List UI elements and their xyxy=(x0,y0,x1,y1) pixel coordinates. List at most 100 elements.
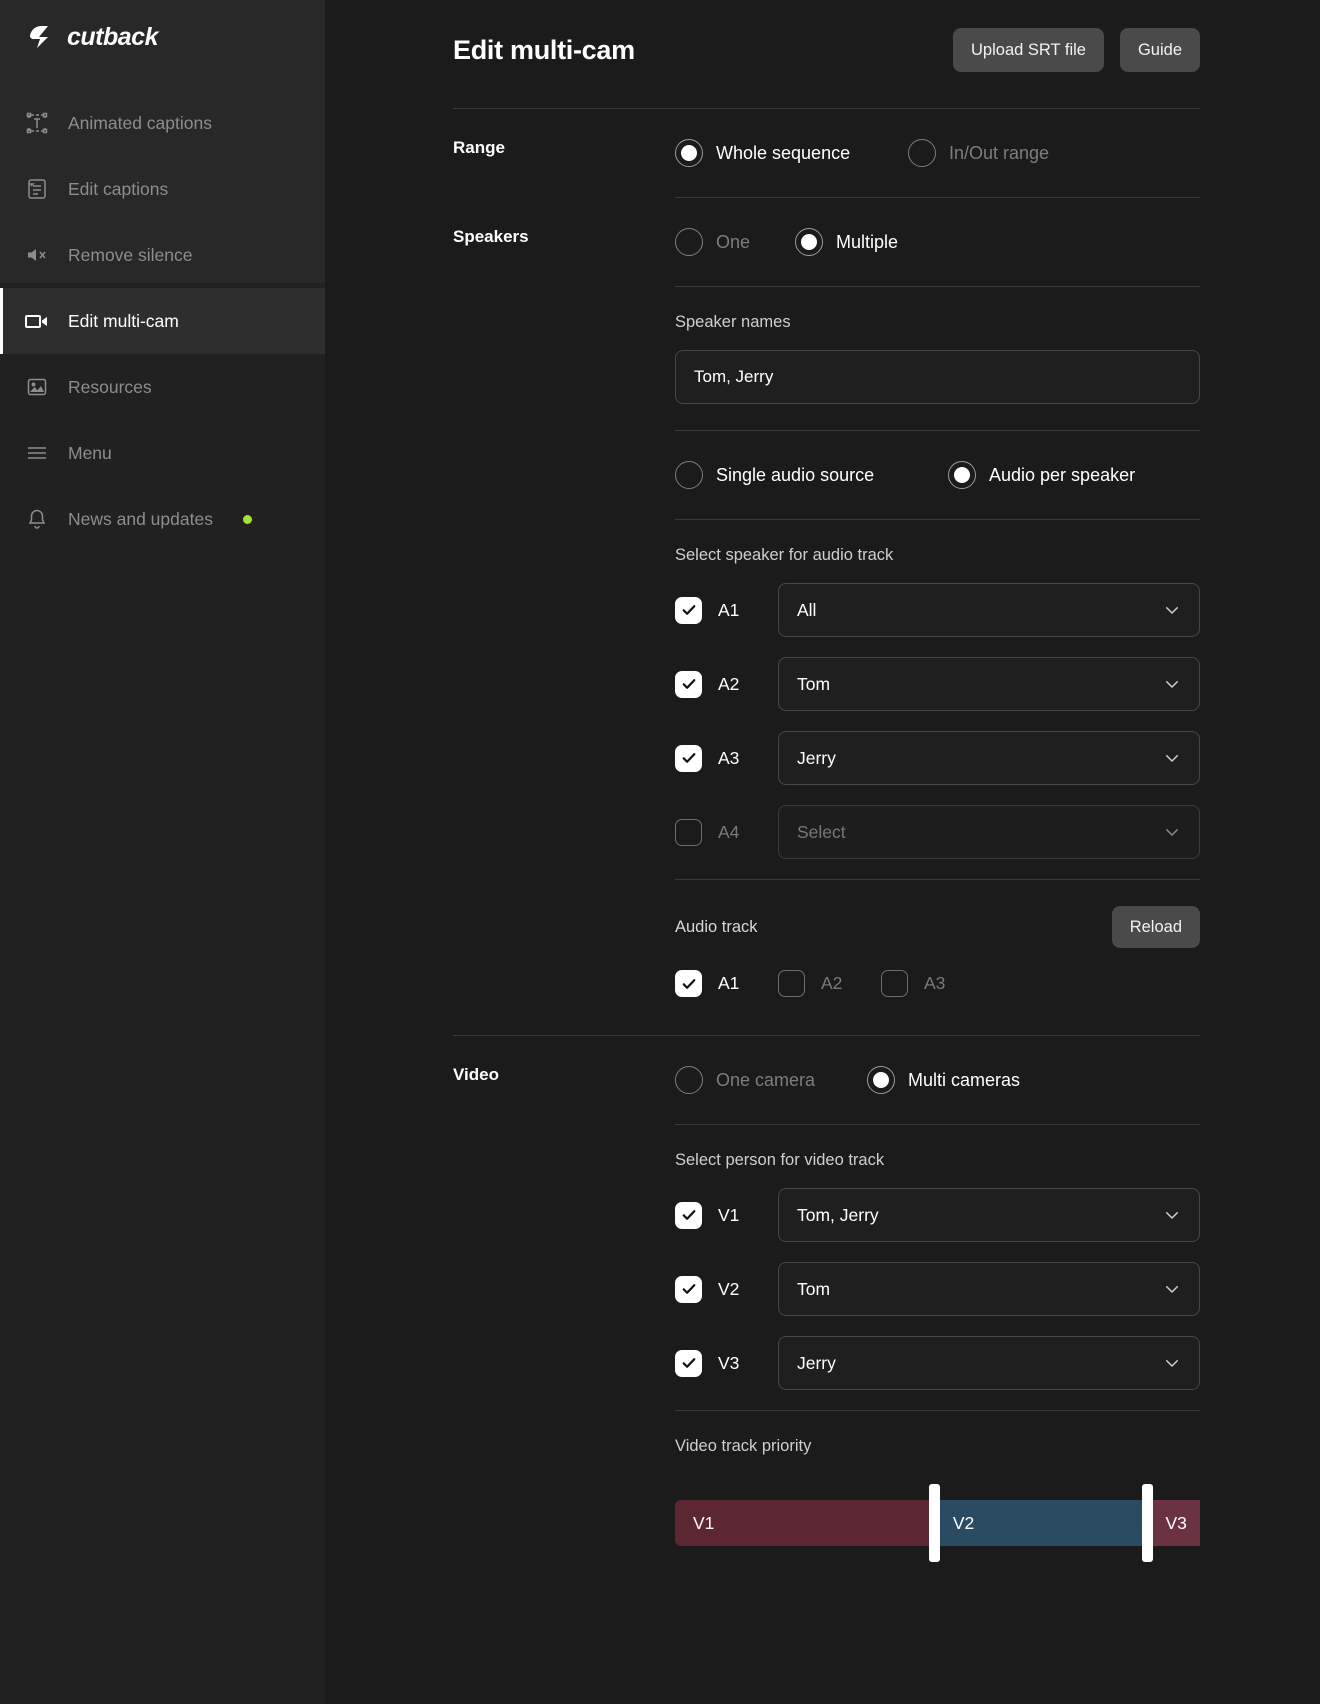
checkbox-icon[interactable] xyxy=(675,970,702,997)
chevron-down-icon xyxy=(1163,1354,1181,1372)
reload-button[interactable]: Reload xyxy=(1111,906,1200,948)
video-priority-bar[interactable]: V1 V2 V3 xyxy=(675,1484,1200,1562)
radio-icon[interactable] xyxy=(948,461,976,489)
sidebar-item-label: Animated captions xyxy=(68,112,212,133)
sidebar-item-remove-silence[interactable]: Remove silence xyxy=(0,222,325,288)
priority-segment-v3[interactable]: V3 xyxy=(1147,1500,1200,1546)
sidebar-item-animated-captions[interactable]: Animated captions xyxy=(0,90,325,156)
sidebar-item-label: Edit captions xyxy=(68,178,169,199)
audio-source-option-label: Audio per speaker xyxy=(989,464,1136,485)
priority-segment-label: V1 xyxy=(693,1512,715,1533)
audio-track-header: Audio track Reload xyxy=(675,880,1200,948)
checkbox-icon[interactable] xyxy=(675,1349,702,1377)
audio-source-option-single[interactable]: Single audio source xyxy=(675,461,948,489)
audio-speaker-checkbox-a3[interactable]: A3 xyxy=(675,744,778,772)
video-option-one-camera[interactable]: One camera xyxy=(675,1066,867,1094)
sidebar-item-edit-captions[interactable]: Edit captions xyxy=(0,156,325,222)
chevron-down-icon xyxy=(1163,675,1181,693)
range-option-in-out-range[interactable]: In/Out range xyxy=(908,139,1049,167)
checkbox-icon[interactable] xyxy=(675,670,702,698)
main-content: Edit multi-cam Upload SRT file Guide Ran… xyxy=(325,0,1320,1704)
checkbox-icon[interactable] xyxy=(675,818,702,846)
range-option-whole-sequence[interactable]: Whole sequence xyxy=(675,139,908,167)
lightning-bolt-icon xyxy=(28,24,58,50)
video-camera-icon xyxy=(24,308,50,334)
video-track-select-v1[interactable]: Tom, Jerry xyxy=(778,1188,1200,1242)
audio-speaker-id: A3 xyxy=(718,747,740,768)
audio-speaker-checkbox-a4[interactable]: A4 xyxy=(675,818,778,846)
video-track-id: V1 xyxy=(718,1204,740,1225)
video-option-multi-cameras[interactable]: Multi cameras xyxy=(867,1066,1020,1094)
radio-icon[interactable] xyxy=(675,228,703,256)
radio-icon[interactable] xyxy=(795,228,823,256)
brand-logo[interactable]: cutback xyxy=(0,0,325,58)
priority-segment-v1[interactable]: V1 xyxy=(675,1500,935,1546)
audio-speaker-id: A1 xyxy=(718,599,740,620)
video-track-select-v2[interactable]: Tom xyxy=(778,1262,1200,1316)
speaker-names-title: Speaker names xyxy=(675,313,791,331)
chevron-down-icon xyxy=(1163,1280,1181,1298)
sidebar-item-label: News and updates xyxy=(68,508,213,529)
speaker-mute-icon xyxy=(24,242,50,268)
audio-track-checkboxes: A1 A2 A3 xyxy=(675,970,1200,997)
checkbox-icon[interactable] xyxy=(675,744,702,772)
audio-speaker-select-a4[interactable]: Select xyxy=(778,805,1200,859)
sidebar-item-resources[interactable]: Resources xyxy=(0,354,325,420)
sidebar-item-news-and-updates[interactable]: News and updates xyxy=(0,486,325,552)
priority-segment-v2[interactable]: V2 xyxy=(934,1500,1148,1546)
audio-track-id: A2 xyxy=(821,973,843,993)
video-track-id: V2 xyxy=(718,1278,740,1299)
checkbox-icon[interactable] xyxy=(675,596,702,624)
video-track-checkbox-v1[interactable]: V1 xyxy=(675,1201,778,1229)
audio-speaker-checkbox-a1[interactable]: A1 xyxy=(675,596,778,624)
audio-speaker-row-a2: A2 Tom xyxy=(675,657,1200,711)
radio-icon[interactable] xyxy=(867,1066,895,1094)
header-actions: Upload SRT file Guide xyxy=(953,28,1200,72)
video-track-row-v2: V2 Tom xyxy=(675,1262,1200,1316)
speakers-label: Speakers xyxy=(453,227,529,246)
guide-button[interactable]: Guide xyxy=(1119,28,1200,72)
checkbox-icon[interactable] xyxy=(778,970,805,997)
video-mode-options: One camera Multi cameras xyxy=(675,1036,1200,1124)
sidebar-item-menu[interactable]: Menu xyxy=(0,420,325,486)
speaker-names-input[interactable]: Tom, Jerry xyxy=(675,350,1200,404)
audio-track-checkbox-a2[interactable]: A2 xyxy=(778,970,881,997)
audio-track-checkbox-a3[interactable]: A3 xyxy=(881,970,984,997)
audio-source-option-per-speaker[interactable]: Audio per speaker xyxy=(948,461,1135,489)
priority-drag-handle-1[interactable] xyxy=(929,1484,941,1562)
select-value: Tom, Jerry xyxy=(797,1204,879,1225)
select-value: Jerry xyxy=(797,1352,836,1373)
audio-speaker-select-a3[interactable]: Jerry xyxy=(778,731,1200,785)
upload-srt-button[interactable]: Upload SRT file xyxy=(953,28,1104,72)
video-track-checkbox-v3[interactable]: V3 xyxy=(675,1349,778,1377)
radio-icon[interactable] xyxy=(675,139,703,167)
checkbox-icon[interactable] xyxy=(881,970,908,997)
priority-drag-handle-2[interactable] xyxy=(1142,1484,1153,1562)
speakers-option-one[interactable]: One xyxy=(675,228,795,256)
priority-segment-label: V2 xyxy=(952,1512,975,1533)
sidebar-item-label: Remove silence xyxy=(68,244,193,265)
video-option-label: One camera xyxy=(716,1069,816,1090)
audio-track-checkbox-a1[interactable]: A1 xyxy=(675,970,778,997)
audio-speaker-select-a2[interactable]: Tom xyxy=(778,657,1200,711)
radio-icon[interactable] xyxy=(908,139,936,167)
audio-speaker-select-a1[interactable]: All xyxy=(778,583,1200,637)
speakers-row: Speakers One Multiple Speaker names Tom,… xyxy=(453,198,1200,997)
sidebar: cutback Animated captions Edit captions … xyxy=(0,0,325,1704)
audio-track-title: Audio track xyxy=(675,917,758,936)
chevron-down-icon xyxy=(1163,749,1181,767)
speakers-option-multiple[interactable]: Multiple xyxy=(795,228,898,256)
checkbox-icon[interactable] xyxy=(675,1275,702,1303)
audio-speaker-checkbox-a2[interactable]: A2 xyxy=(675,670,778,698)
video-track-checkbox-v2[interactable]: V2 xyxy=(675,1275,778,1303)
hamburger-menu-icon xyxy=(24,440,50,466)
audio-speaker-row-a3: A3 Jerry xyxy=(675,731,1200,785)
video-track-select-v3[interactable]: Jerry xyxy=(778,1336,1200,1390)
news-badge-dot xyxy=(242,514,252,524)
radio-icon[interactable] xyxy=(675,1066,703,1094)
sidebar-item-edit-multi-cam[interactable]: Edit multi-cam xyxy=(0,288,325,354)
radio-icon[interactable] xyxy=(675,461,703,489)
video-label: Video xyxy=(453,1065,499,1084)
checkbox-icon[interactable] xyxy=(675,1201,702,1229)
image-icon xyxy=(24,374,50,400)
